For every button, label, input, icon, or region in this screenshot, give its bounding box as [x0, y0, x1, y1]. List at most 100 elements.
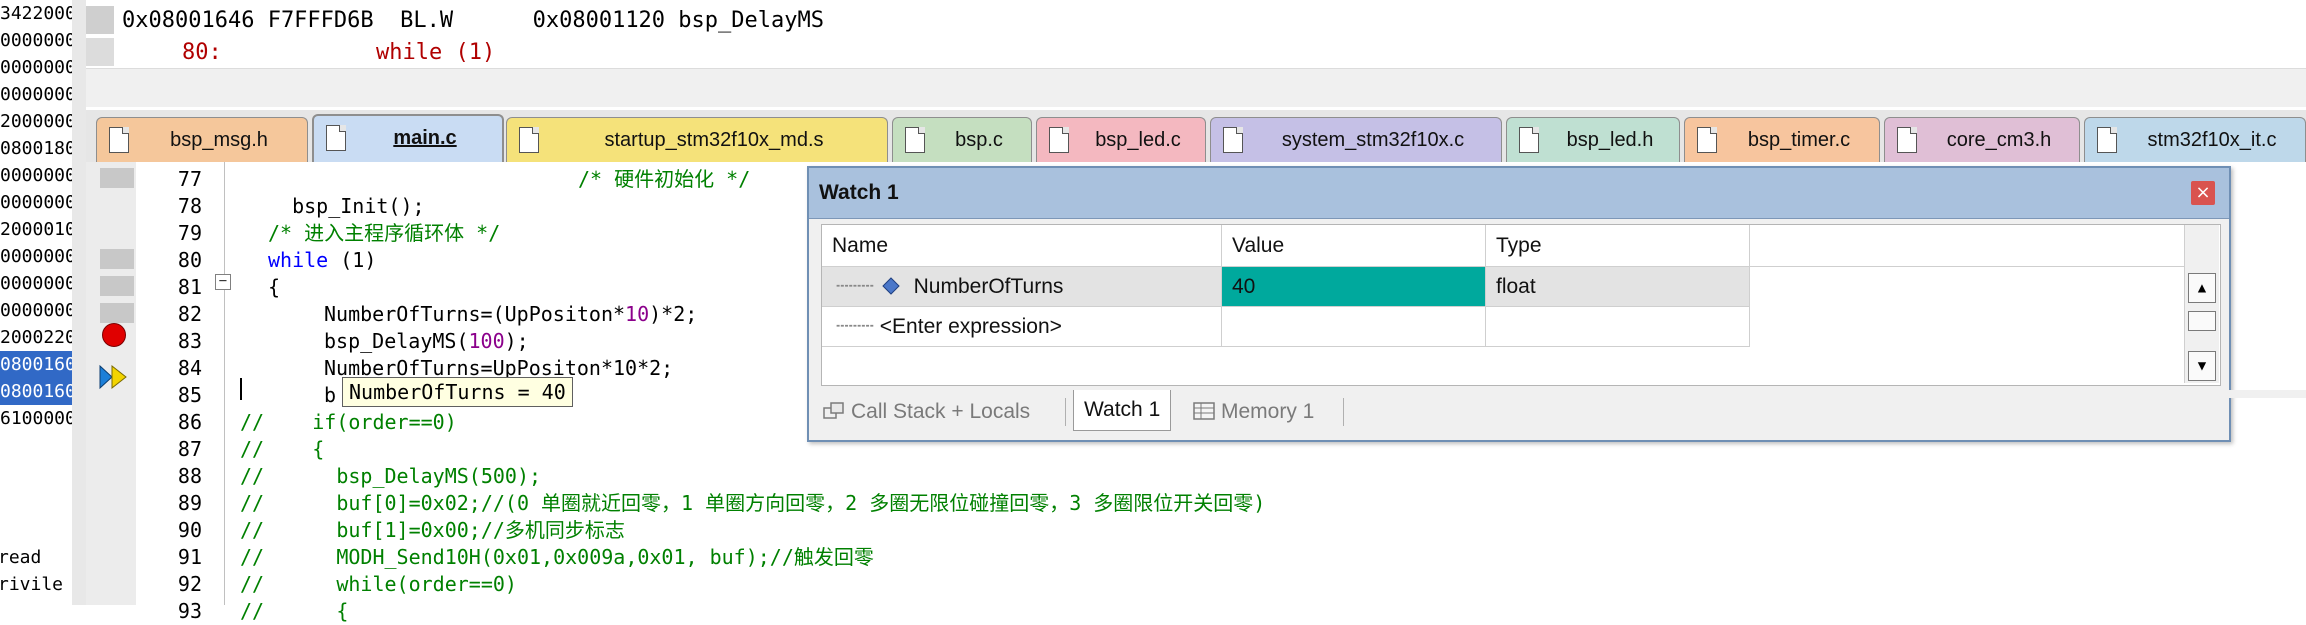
disassembly-gutter-mark: [86, 6, 114, 34]
disassembly-instruction[interactable]: 0x08001646 F7FFFD6B BL.W 0x08001120 bsp_…: [122, 6, 824, 36]
line-number: 83: [177, 329, 202, 353]
left-row-selected[interactable]: 0800160: [0, 378, 72, 405]
margin-marker: [100, 168, 134, 188]
left-row[interactable]: 0000000: [0, 270, 72, 297]
line-number: 82: [177, 302, 202, 326]
watch-row-name[interactable]: ┄┄┄ NumberOfTurns: [822, 267, 1222, 307]
tab-label: bsp_led.h: [1566, 129, 1654, 151]
disassembly-gutter-mark: [86, 38, 114, 66]
line-number: 93: [177, 599, 202, 623]
code-text: bsp_Init();: [292, 194, 425, 218]
line-number: 77: [177, 167, 202, 191]
tab-system-stm32f10x-c[interactable]: system_stm32f10x.c: [1210, 117, 1502, 162]
watch-row-type: float: [1486, 267, 1750, 307]
tab-label: bsp_timer.c: [1747, 129, 1851, 151]
left-row[interactable]: 2000000: [0, 108, 72, 135]
watch-expression-placeholder: <Enter expression>: [879, 315, 1062, 338]
code-text: NumberOfTurns=(UpPositon*: [324, 302, 626, 326]
tab-stm32f10x-it-c[interactable]: stm32f10x_it.c: [2084, 117, 2306, 162]
left-row[interactable]: 0000000: [0, 27, 72, 54]
tab-separator: [1343, 398, 1344, 426]
text-caret: [240, 378, 242, 400]
left-row[interactable]: 2000010: [0, 216, 72, 243]
code-line-90: // buf[1]=0x00;//多机同步标志: [240, 518, 625, 542]
watch-row-value[interactable]: 40: [1222, 267, 1486, 307]
code-line-91: // MODH_Send10H(0x01,0x009a,0x01, buf);/…: [240, 545, 874, 569]
tab-label: Memory 1: [1221, 400, 1315, 423]
code-line-82: NumberOfTurns=(UpPositon*10)*2;: [324, 301, 697, 328]
line-number: 86: [177, 410, 202, 434]
code-line-85: b: [324, 383, 337, 407]
line-number: 80: [177, 248, 202, 272]
tab-startup-s[interactable]: startup_stm32f10x_md.s: [506, 117, 888, 162]
left-row[interactable]: 0000000: [0, 162, 72, 189]
left-row[interactable]: 0000000: [0, 243, 72, 270]
tab-watch-1[interactable]: Watch 1: [1073, 390, 1172, 431]
tab-core-cm3-h[interactable]: core_cm3.h: [1884, 117, 2080, 162]
tab-bsp-msg-h[interactable]: bsp_msg.h: [96, 117, 308, 162]
code-line-92: // while(order==0): [240, 572, 517, 596]
fold-toggle[interactable]: −: [215, 274, 231, 290]
editor-right-strip: [2227, 390, 2306, 398]
tab-label: main.c: [393, 127, 457, 149]
left-row[interactable]: 0000000: [0, 297, 72, 324]
tab-bsp-c[interactable]: bsp.c: [892, 117, 1032, 162]
tab-label: Call Stack + Locals: [851, 400, 1031, 423]
code-line-88: // bsp_DelayMS(500);: [240, 464, 542, 488]
left-row[interactable]: 0000000: [0, 54, 72, 81]
tab-main-c[interactable]: main.c: [312, 114, 504, 162]
tab-label: bsp_led.c: [1095, 129, 1181, 151]
code-line-86: // if(order==0): [240, 410, 457, 434]
watch-enter-expression[interactable]: ┄┄┄ <Enter expression>: [822, 307, 1222, 347]
code-comment: /* 硬件初始化 */: [578, 167, 751, 191]
code-text: );: [504, 329, 529, 353]
line-number: 90: [177, 518, 202, 542]
disassembly-source-text: while (1): [376, 40, 496, 65]
code-keyword: while: [268, 248, 329, 272]
watch-vertical-scrollbar[interactable]: ▲ ▼: [2184, 225, 2219, 383]
code-number: 10: [625, 302, 650, 326]
code-line-83: bsp_DelayMS(100);: [324, 328, 529, 355]
left-row[interactable]: 0800180: [0, 135, 72, 162]
breakpoint-icon[interactable]: [102, 323, 126, 347]
scroll-down-icon[interactable]: ▼: [2188, 351, 2216, 381]
tab-bsp-led-c[interactable]: bsp_led.c: [1036, 117, 1206, 162]
margin-marker: [100, 303, 134, 323]
margin-marker: [100, 276, 134, 296]
watch-titlebar[interactable]: Watch 1 ×: [809, 168, 2229, 219]
left-row[interactable]: 2000220: [0, 324, 72, 351]
tab-label: bsp_msg.h: [170, 129, 268, 151]
file-icon: [1049, 127, 1069, 153]
tab-bsp-timer-c[interactable]: bsp_timer.c: [1684, 117, 1880, 162]
left-row-tail: rivile: [0, 574, 64, 595]
column-header-value[interactable]: Value: [1222, 225, 1486, 267]
scroll-thumb[interactable]: [2188, 311, 2216, 331]
column-header-type[interactable]: Type: [1486, 225, 1750, 267]
watch-row-value[interactable]: [1222, 307, 1486, 347]
tab-label: bsp.c: [955, 129, 1003, 151]
tab-label: stm32f10x_it.c: [2147, 129, 2277, 151]
left-row-selected[interactable]: 0800160: [0, 351, 72, 378]
left-row[interactable]: 0000000: [0, 81, 72, 108]
panel-splitter[interactable]: [72, 0, 86, 605]
code-line-93: // {: [240, 599, 349, 623]
close-icon[interactable]: ×: [2191, 181, 2215, 205]
tab-bsp-led-h[interactable]: bsp_led.h: [1506, 117, 1680, 162]
tab-call-stack-locals[interactable]: Call Stack + Locals: [823, 394, 1030, 430]
left-row[interactable]: 0000000: [0, 189, 72, 216]
scroll-up-icon[interactable]: ▲: [2188, 273, 2216, 303]
tree-connector: ┄┄┄: [836, 315, 874, 338]
watch-bottom-tabs: Call Stack + Locals Watch 1 Memory 1: [809, 388, 2229, 438]
line-number: 78: [177, 194, 202, 218]
call-stack-icon: [823, 402, 844, 419]
disassembly-scrollbar[interactable]: [86, 68, 2306, 107]
column-header-name[interactable]: Name: [822, 225, 1222, 267]
memory-icon: [1193, 402, 1215, 420]
line-number: 85: [177, 383, 202, 407]
left-row[interactable]: 6100000: [0, 405, 72, 432]
tree-connector: ┄┄┄: [836, 275, 874, 298]
line-number: 88: [177, 464, 202, 488]
code-line-89: // buf[0]=0x02;//(0 单圈就近回零，1 单圈方向回零，2 多圈…: [240, 491, 1266, 515]
tab-memory-1[interactable]: Memory 1: [1193, 394, 1314, 430]
left-row[interactable]: 3422000: [0, 0, 72, 27]
